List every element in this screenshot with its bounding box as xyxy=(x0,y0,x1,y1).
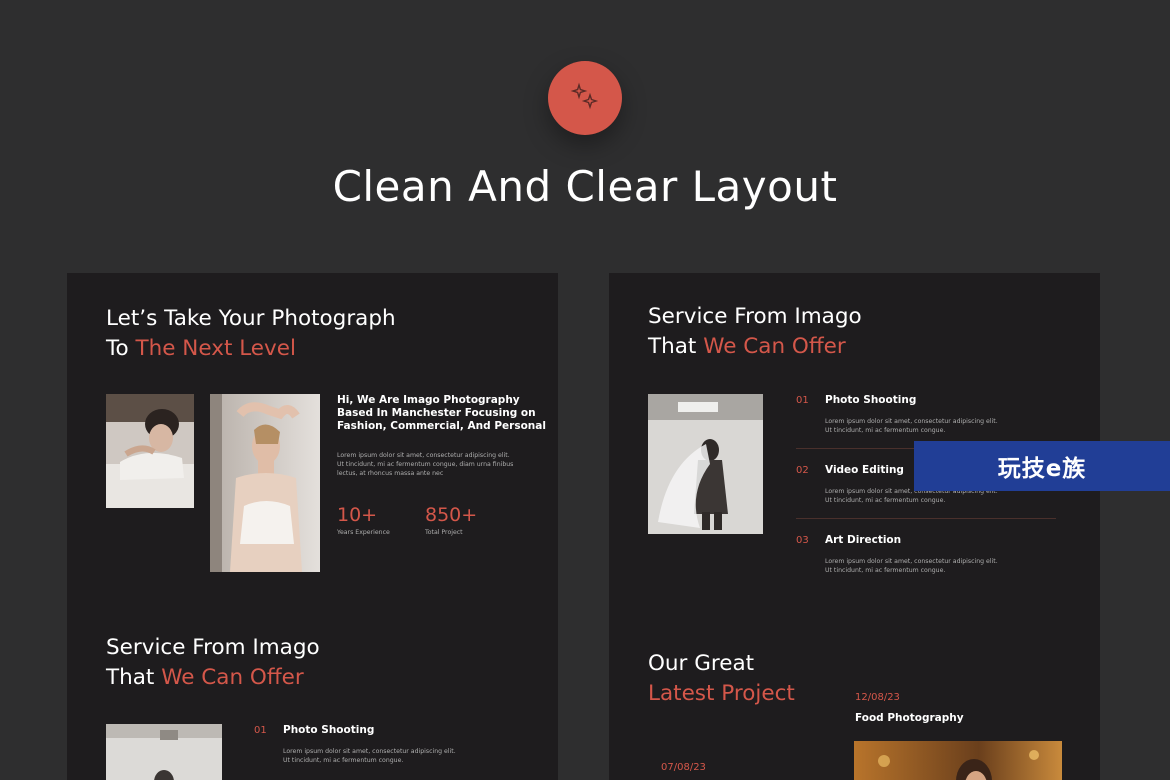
project-date: 07/08/23 xyxy=(661,762,706,773)
service-name-video-editing: Video Editing xyxy=(825,464,904,476)
intro-body: Lorem ipsum dolor sit amet, consectetur … xyxy=(337,452,514,477)
sparkles-icon xyxy=(570,82,599,110)
project-name: Food Photography xyxy=(855,712,964,724)
sparkles-badge xyxy=(548,61,622,135)
right-preview-panel: Service From Imago That We Can Offer 01 … xyxy=(609,273,1100,780)
stat-projects-value: 850+ xyxy=(425,504,478,526)
hero-heading-line2: To The Next Level xyxy=(106,336,296,361)
hero-heading-line1: Let’s Take Your Photograph xyxy=(106,306,396,331)
service-number-03: 03 xyxy=(796,535,809,546)
intro-heading: Hi, We Are Imago Photography Based In Ma… xyxy=(337,394,546,432)
stat-years-label: Years Experience xyxy=(337,529,390,536)
left-preview-panel: Let’s Take Your Photograph To The Next L… xyxy=(67,273,558,780)
hero-heading: Let’s Take Your Photograph To The Next L… xyxy=(106,304,396,364)
page-title: Clean And Clear Layout xyxy=(332,162,838,211)
service-divider xyxy=(796,518,1056,519)
service-number-02: 02 xyxy=(796,465,809,476)
service-description: Lorem ipsum dolor sit amet, consectetur … xyxy=(283,748,456,764)
service-photo-veil xyxy=(648,394,763,534)
hero-heading-accent: The Next Level xyxy=(135,336,296,361)
portrait-photo-bed xyxy=(106,394,194,508)
service-description: Lorem ipsum dolor sit amet, consectetur … xyxy=(825,558,998,574)
services-heading: Service From Imago That We Can Offer xyxy=(106,635,320,690)
service-number: 01 xyxy=(254,725,267,736)
projects-heading: Our Great Latest Project xyxy=(648,651,795,706)
service-name: Photo Shooting xyxy=(283,724,375,736)
service-photo xyxy=(106,724,222,780)
service-name-photo-shooting: Photo Shooting xyxy=(825,394,917,406)
service-description: Lorem ipsum dolor sit amet, consectetur … xyxy=(825,418,998,434)
stat-years-value: 10+ xyxy=(337,504,378,526)
services-heading: Service From Imago That We Can Offer xyxy=(648,304,862,359)
portrait-photo-standing xyxy=(210,394,320,572)
project-date: 12/08/23 xyxy=(855,692,900,703)
service-name-art-direction: Art Direction xyxy=(825,534,902,546)
stat-projects-label: Total Project xyxy=(425,529,463,536)
project-photo-food xyxy=(854,741,1062,780)
watermark-banner: 玩技e族 xyxy=(914,441,1170,491)
service-number-01: 01 xyxy=(796,395,809,406)
